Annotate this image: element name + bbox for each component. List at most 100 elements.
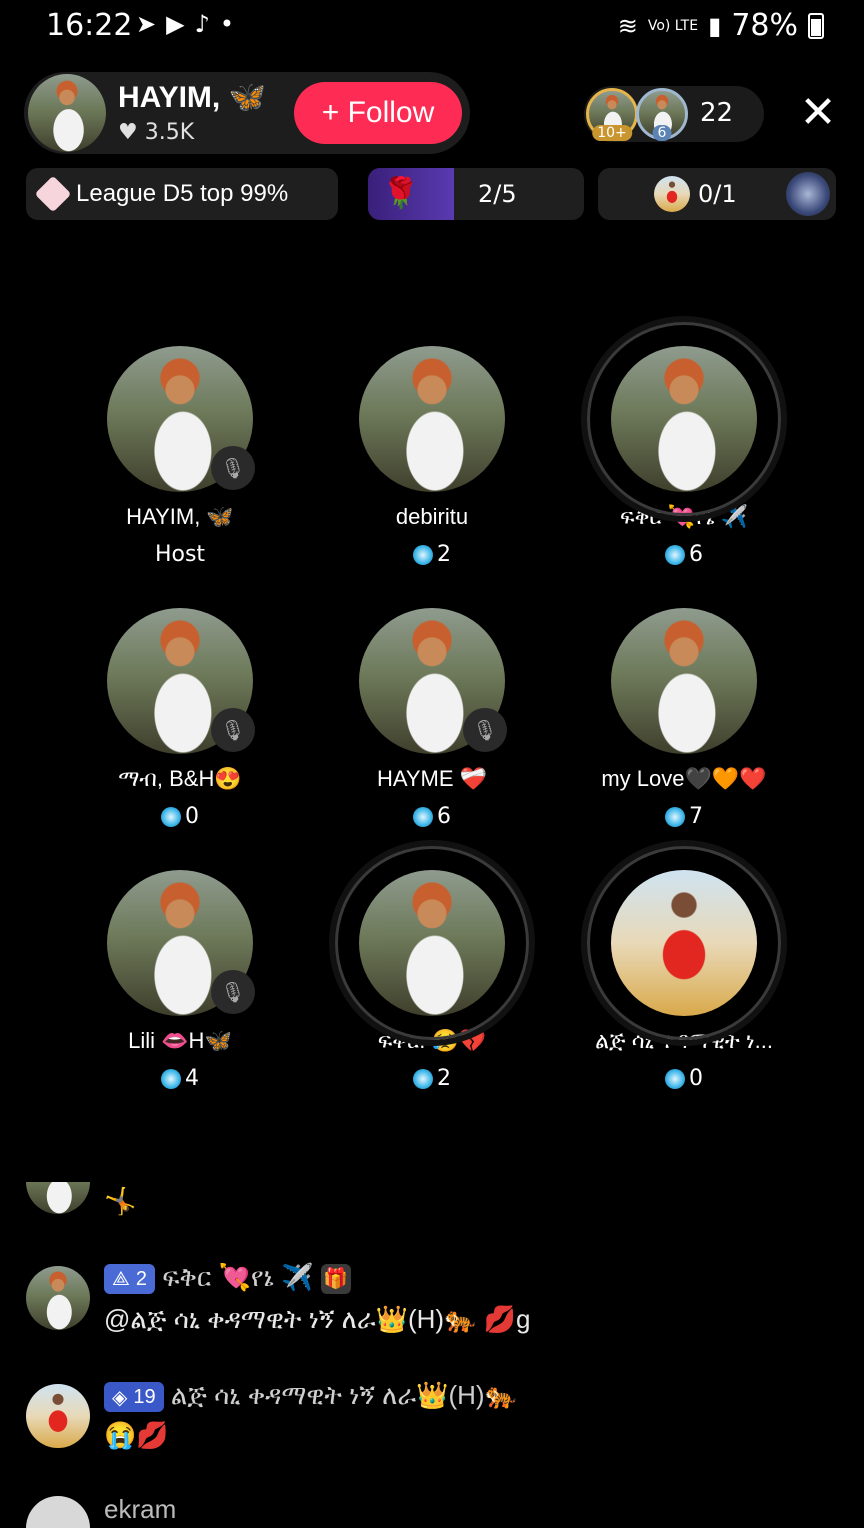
mic-muted-icon: 🎙 <box>211 446 255 490</box>
mic-muted-icon: 🎙 <box>211 970 255 1014</box>
seat-avatar[interactable] <box>359 346 505 492</box>
seat-avatar-wrap[interactable]: 🎙 <box>359 608 507 754</box>
coin-icon <box>665 1068 685 1089</box>
guest-seat[interactable]: ፍቅር 💘የኔ ✈️ 6 <box>564 322 804 567</box>
guest-seat[interactable]: 🎙 ማብ, B&H😍 0 <box>60 608 300 829</box>
seat-coins: 4 <box>60 1066 300 1091</box>
seat-coin-count: 4 <box>185 1066 199 1091</box>
rose-icon: 🌹 <box>382 176 420 211</box>
user-level-badge: ⟁ 2 <box>104 1264 155 1295</box>
clock: 16:22 <box>46 8 133 43</box>
league-pill[interactable]: League D5 top 99% <box>26 168 338 220</box>
coin-icon <box>413 1068 433 1089</box>
host-name: HAYIM, 🦋 <box>118 81 266 114</box>
seat-name: my Love🖤🧡❤️ <box>601 766 767 791</box>
rose-goal-count: 2/5 <box>478 180 517 208</box>
status-bar: 16:22 ➤ ▶ ♪ • ≋ Vo) LTE ▮ 78% <box>0 0 864 56</box>
chat-username[interactable]: ekram <box>104 1494 176 1525</box>
seat-coin-count: 6 <box>689 542 703 567</box>
guest-seat[interactable]: my Love🖤🧡❤️ 7 <box>564 608 804 829</box>
top-viewer-avatar[interactable]: 6 <box>636 88 688 141</box>
seat-name: ማብ, B&H😍 <box>118 766 242 791</box>
close-button[interactable]: ✕ <box>796 90 840 138</box>
rose-goal-pill[interactable]: 🌹 2/5 <box>368 168 584 220</box>
chat-message[interactable]: ◈ 19 ልጅ ሳኒ ቀዳማዊት ነኝ ለራ👑(H)🐅 <box>104 1380 517 1413</box>
speaking-ring <box>587 322 781 516</box>
seat-avatar-wrap[interactable] <box>587 846 781 1040</box>
viewer-rank-badge: 6 <box>652 125 672 141</box>
seat-avatar-wrap[interactable]: 🎙 <box>107 346 255 492</box>
chat-avatar[interactable] <box>26 1182 90 1214</box>
seat-coin-count: 6 <box>437 804 451 829</box>
gift-icon: 🎁 <box>320 1264 351 1295</box>
coin-icon <box>413 806 433 827</box>
chat-message-text: 🤸 <box>104 1186 137 1216</box>
guest-seat[interactable]: debiritu 2 <box>312 346 552 567</box>
goal-avatar <box>654 176 690 212</box>
coin-icon <box>665 544 685 565</box>
battery-icon <box>808 12 824 39</box>
viewer-count[interactable]: 22 <box>700 98 733 128</box>
seat-coin-count: 0 <box>689 1066 703 1091</box>
seat-avatar-wrap[interactable] <box>611 608 757 754</box>
seat-role: Host <box>154 542 206 567</box>
top-viewer-avatar[interactable]: 10+ <box>586 88 638 141</box>
seat-coins: 0 <box>60 804 300 829</box>
coin-icon <box>665 806 685 827</box>
network-label: Vo) LTE <box>647 17 699 34</box>
seat-coins: 7 <box>564 804 804 829</box>
dot-icon: • <box>219 10 235 38</box>
seat-coin-count: 2 <box>437 542 451 567</box>
chat-avatar[interactable] <box>26 1496 90 1528</box>
guest-seat[interactable]: ፍቅር. 😥💔 2 <box>312 846 552 1091</box>
chat-message-text: 😭💋 <box>104 1420 169 1450</box>
chat-avatar[interactable] <box>26 1384 90 1448</box>
signal-icon: ▮ <box>708 11 722 40</box>
seat-coin-count: 7 <box>689 804 703 829</box>
diamond-icon <box>34 175 72 213</box>
chat-avatar[interactable] <box>26 1266 90 1330</box>
mic-muted-icon: 🎙 <box>211 708 255 752</box>
youtube-icon: ▶ <box>166 10 185 38</box>
seat-name: HAYME ❤️‍🩹 <box>376 766 488 791</box>
chat-message-text: @ልጅ ሳኒ ቀዳማዊት ነኝ ለራ👑(H)🐅 💋g <box>104 1304 531 1334</box>
seat-coins: 2 <box>312 542 552 567</box>
guest-seat[interactable]: 🎙 HAYIM, 🦋 Host <box>60 346 300 567</box>
guest-seat[interactable]: 🎙 Lili 👄H🦋 4 <box>60 870 300 1091</box>
seat-name: HAYIM, 🦋 <box>126 504 234 529</box>
coin-icon <box>161 806 181 827</box>
seat-coin-count: 0 <box>185 804 199 829</box>
guest-seat[interactable]: 🎙 HAYME ❤️‍🩹 6 <box>312 608 552 829</box>
level-icon: ⟁ <box>112 1267 130 1290</box>
seat-avatar-wrap[interactable] <box>359 346 505 492</box>
league-label: League D5 top 99% <box>76 180 289 207</box>
seat-avatar-wrap[interactable] <box>587 322 781 516</box>
seat-coins: 6 <box>564 542 804 567</box>
host-goal-pill[interactable]: 0/1 <box>598 168 836 220</box>
gift-icon <box>786 172 830 216</box>
coin-icon <box>161 1068 181 1089</box>
seat-coins: 0 <box>564 1066 804 1091</box>
seat-avatar-wrap[interactable]: 🎙 <box>107 608 255 754</box>
seat-avatar[interactable] <box>611 608 757 754</box>
seat-avatar-wrap[interactable]: 🎙 <box>107 870 255 1016</box>
seat-name: Lili 👄H🦋 <box>128 1028 232 1053</box>
battery-percent: 78% <box>731 8 798 43</box>
seat-avatar-wrap[interactable] <box>335 846 529 1040</box>
telegram-icon: ➤ <box>136 10 157 38</box>
chat-message[interactable]: ⟁ 2 ፍቅር 💘የኔ ✈️ 🎁 <box>104 1262 351 1295</box>
seat-coins: 6 <box>312 804 552 829</box>
speaking-ring <box>335 846 529 1040</box>
host-likes: ♥ 3.5K <box>118 120 195 145</box>
chat-username[interactable]: ልጅ ሳኒ ቀዳማዊት ነኝ ለራ👑(H)🐅 <box>171 1380 517 1410</box>
speaking-ring <box>587 846 781 1040</box>
mic-muted-icon: 🎙 <box>463 708 507 752</box>
follow-button[interactable]: + Follow <box>294 82 462 144</box>
guest-seat[interactable]: ልጅ ሳኒ ቀዳማዊት ነ... 0 <box>564 846 804 1091</box>
seat-coins: 2 <box>312 1066 552 1091</box>
viewer-rank-badge: 10+ <box>592 125 632 141</box>
chat-username[interactable]: ፍቅር 💘የኔ ✈️ <box>162 1262 313 1292</box>
tiktok-icon: ♪ <box>194 10 210 38</box>
host-avatar[interactable] <box>28 74 106 152</box>
user-level-badge: ◈ 19 <box>104 1382 164 1413</box>
